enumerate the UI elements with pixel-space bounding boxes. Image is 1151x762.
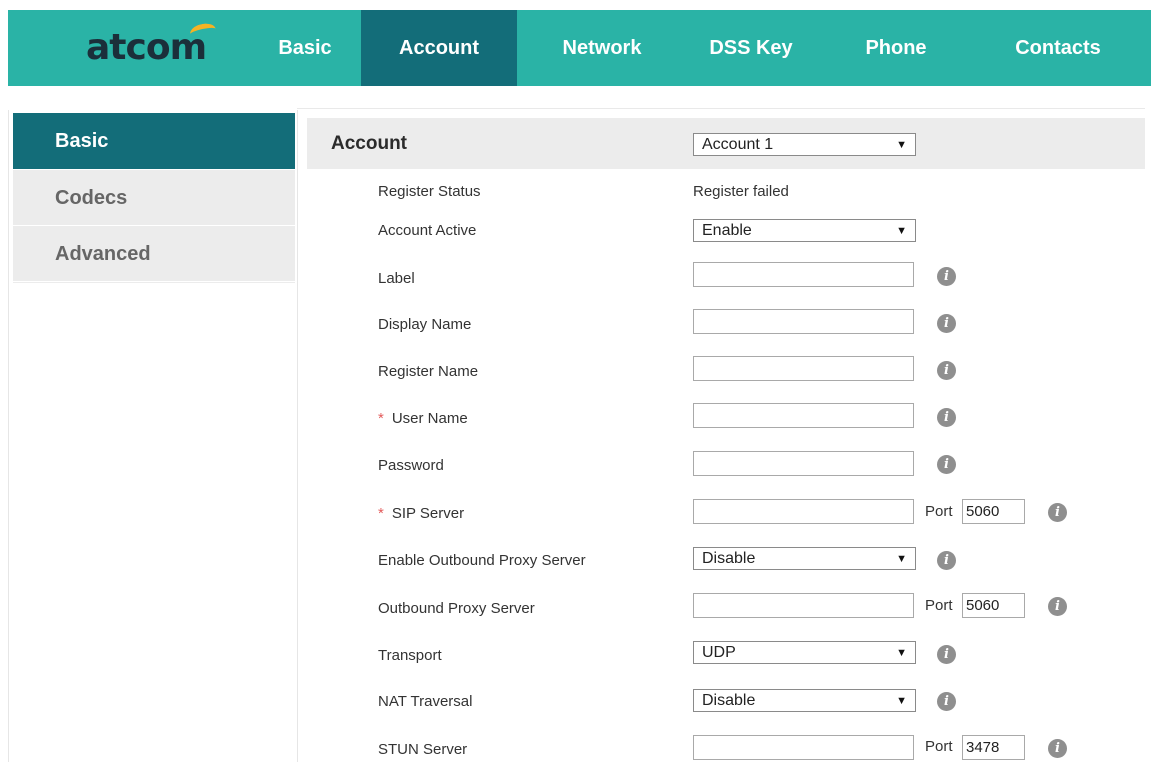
enable-outbound-proxy-label: Enable Outbound Proxy Server (378, 552, 586, 569)
left-border (8, 110, 9, 762)
nav-tab-network[interactable]: Network (528, 10, 676, 86)
transport-value: UDP (702, 644, 736, 661)
sidebar-item-codecs[interactable]: Codecs (13, 170, 295, 226)
logo-text: atcom (86, 27, 207, 68)
register-status-value: Register failed (693, 183, 789, 200)
stun-server-port-input[interactable]: 3478 (962, 735, 1025, 760)
top-navigation-bar: atcom Basic Account Network DSS Key Phon… (8, 10, 1151, 86)
nav-tab-basic[interactable]: Basic (254, 10, 356, 86)
register-name-input[interactable] (693, 356, 914, 381)
label-field-label: Label (378, 270, 415, 287)
required-marker: * (378, 410, 384, 427)
sip-server-label-text: SIP Server (391, 505, 465, 522)
account-select[interactable]: Account 1 ▼ (693, 133, 916, 156)
nat-traversal-value: Disable (702, 692, 756, 709)
info-icon[interactable]: i (937, 551, 956, 570)
info-icon[interactable]: i (1048, 597, 1067, 616)
sidebar-item-basic[interactable]: Basic (13, 113, 295, 170)
register-name-label: Register Name (378, 363, 479, 380)
outbound-proxy-port-label: Port (925, 597, 953, 614)
password-label: Password (378, 457, 444, 474)
account-active-value: Enable (702, 222, 752, 239)
account-active-label: Account Active (378, 222, 477, 239)
atcom-logo: atcom (86, 21, 218, 68)
content-top-divider (297, 108, 1145, 109)
info-icon[interactable]: i (937, 267, 956, 286)
info-icon[interactable]: i (937, 692, 956, 711)
nav-tab-dss-key[interactable]: DSS Key (686, 10, 816, 86)
stun-server-input[interactable] (693, 735, 914, 760)
display-name-label: Display Name (378, 316, 472, 333)
user-name-label-text: User Name (391, 410, 468, 427)
required-marker: * (378, 505, 384, 522)
dropdown-arrow-icon: ▼ (896, 139, 907, 151)
dropdown-arrow-icon: ▼ (896, 695, 907, 707)
user-name-input[interactable] (693, 403, 914, 428)
display-name-input[interactable] (693, 309, 914, 334)
info-icon[interactable]: i (1048, 503, 1067, 522)
account-active-select[interactable]: Enable ▼ (693, 219, 916, 242)
outbound-proxy-port-input[interactable]: 5060 (962, 593, 1025, 618)
sip-server-port-input[interactable]: 5060 (962, 499, 1025, 524)
sidebar-item-advanced[interactable]: Advanced (13, 226, 295, 282)
sip-server-port-label: Port (925, 503, 953, 520)
sip-server-label: * SIP Server (378, 505, 464, 523)
account-select-value: Account 1 (702, 136, 774, 153)
nat-traversal-select[interactable]: Disable ▼ (693, 689, 916, 712)
info-icon[interactable]: i (937, 408, 956, 427)
stun-server-label: STUN Server (378, 741, 468, 758)
info-icon[interactable]: i (937, 361, 956, 380)
sip-server-input[interactable] (693, 499, 914, 524)
nav-tab-phone[interactable]: Phone (836, 10, 956, 86)
transport-select[interactable]: UDP ▼ (693, 641, 916, 664)
dropdown-arrow-icon: ▼ (896, 553, 907, 565)
enable-outbound-proxy-select[interactable]: Disable ▼ (693, 547, 916, 570)
label-input[interactable] (693, 262, 914, 287)
nav-tab-contacts[interactable]: Contacts (983, 10, 1133, 86)
info-icon[interactable]: i (937, 314, 956, 333)
register-status-label: Register Status (378, 183, 481, 200)
dropdown-arrow-icon: ▼ (896, 647, 907, 659)
enable-outbound-proxy-value: Disable (702, 550, 756, 567)
account-title: Account (331, 133, 407, 154)
dropdown-arrow-icon: ▼ (896, 225, 907, 237)
sidebar: Basic Codecs Advanced (13, 113, 295, 283)
transport-label: Transport (378, 647, 442, 664)
nat-traversal-label: NAT Traversal (378, 693, 473, 710)
logo-swoosh-icon (188, 21, 218, 42)
info-icon[interactable]: i (937, 455, 956, 474)
info-icon[interactable]: i (1048, 739, 1067, 758)
info-icon[interactable]: i (937, 645, 956, 664)
outbound-proxy-server-input[interactable] (693, 593, 914, 618)
password-input[interactable] (693, 451, 914, 476)
stun-server-port-label: Port (925, 738, 953, 755)
nav-tab-account[interactable]: Account (361, 10, 517, 86)
outbound-proxy-server-label: Outbound Proxy Server (378, 600, 535, 617)
sidebar-divider (297, 110, 298, 762)
user-name-label: * User Name (378, 410, 468, 428)
